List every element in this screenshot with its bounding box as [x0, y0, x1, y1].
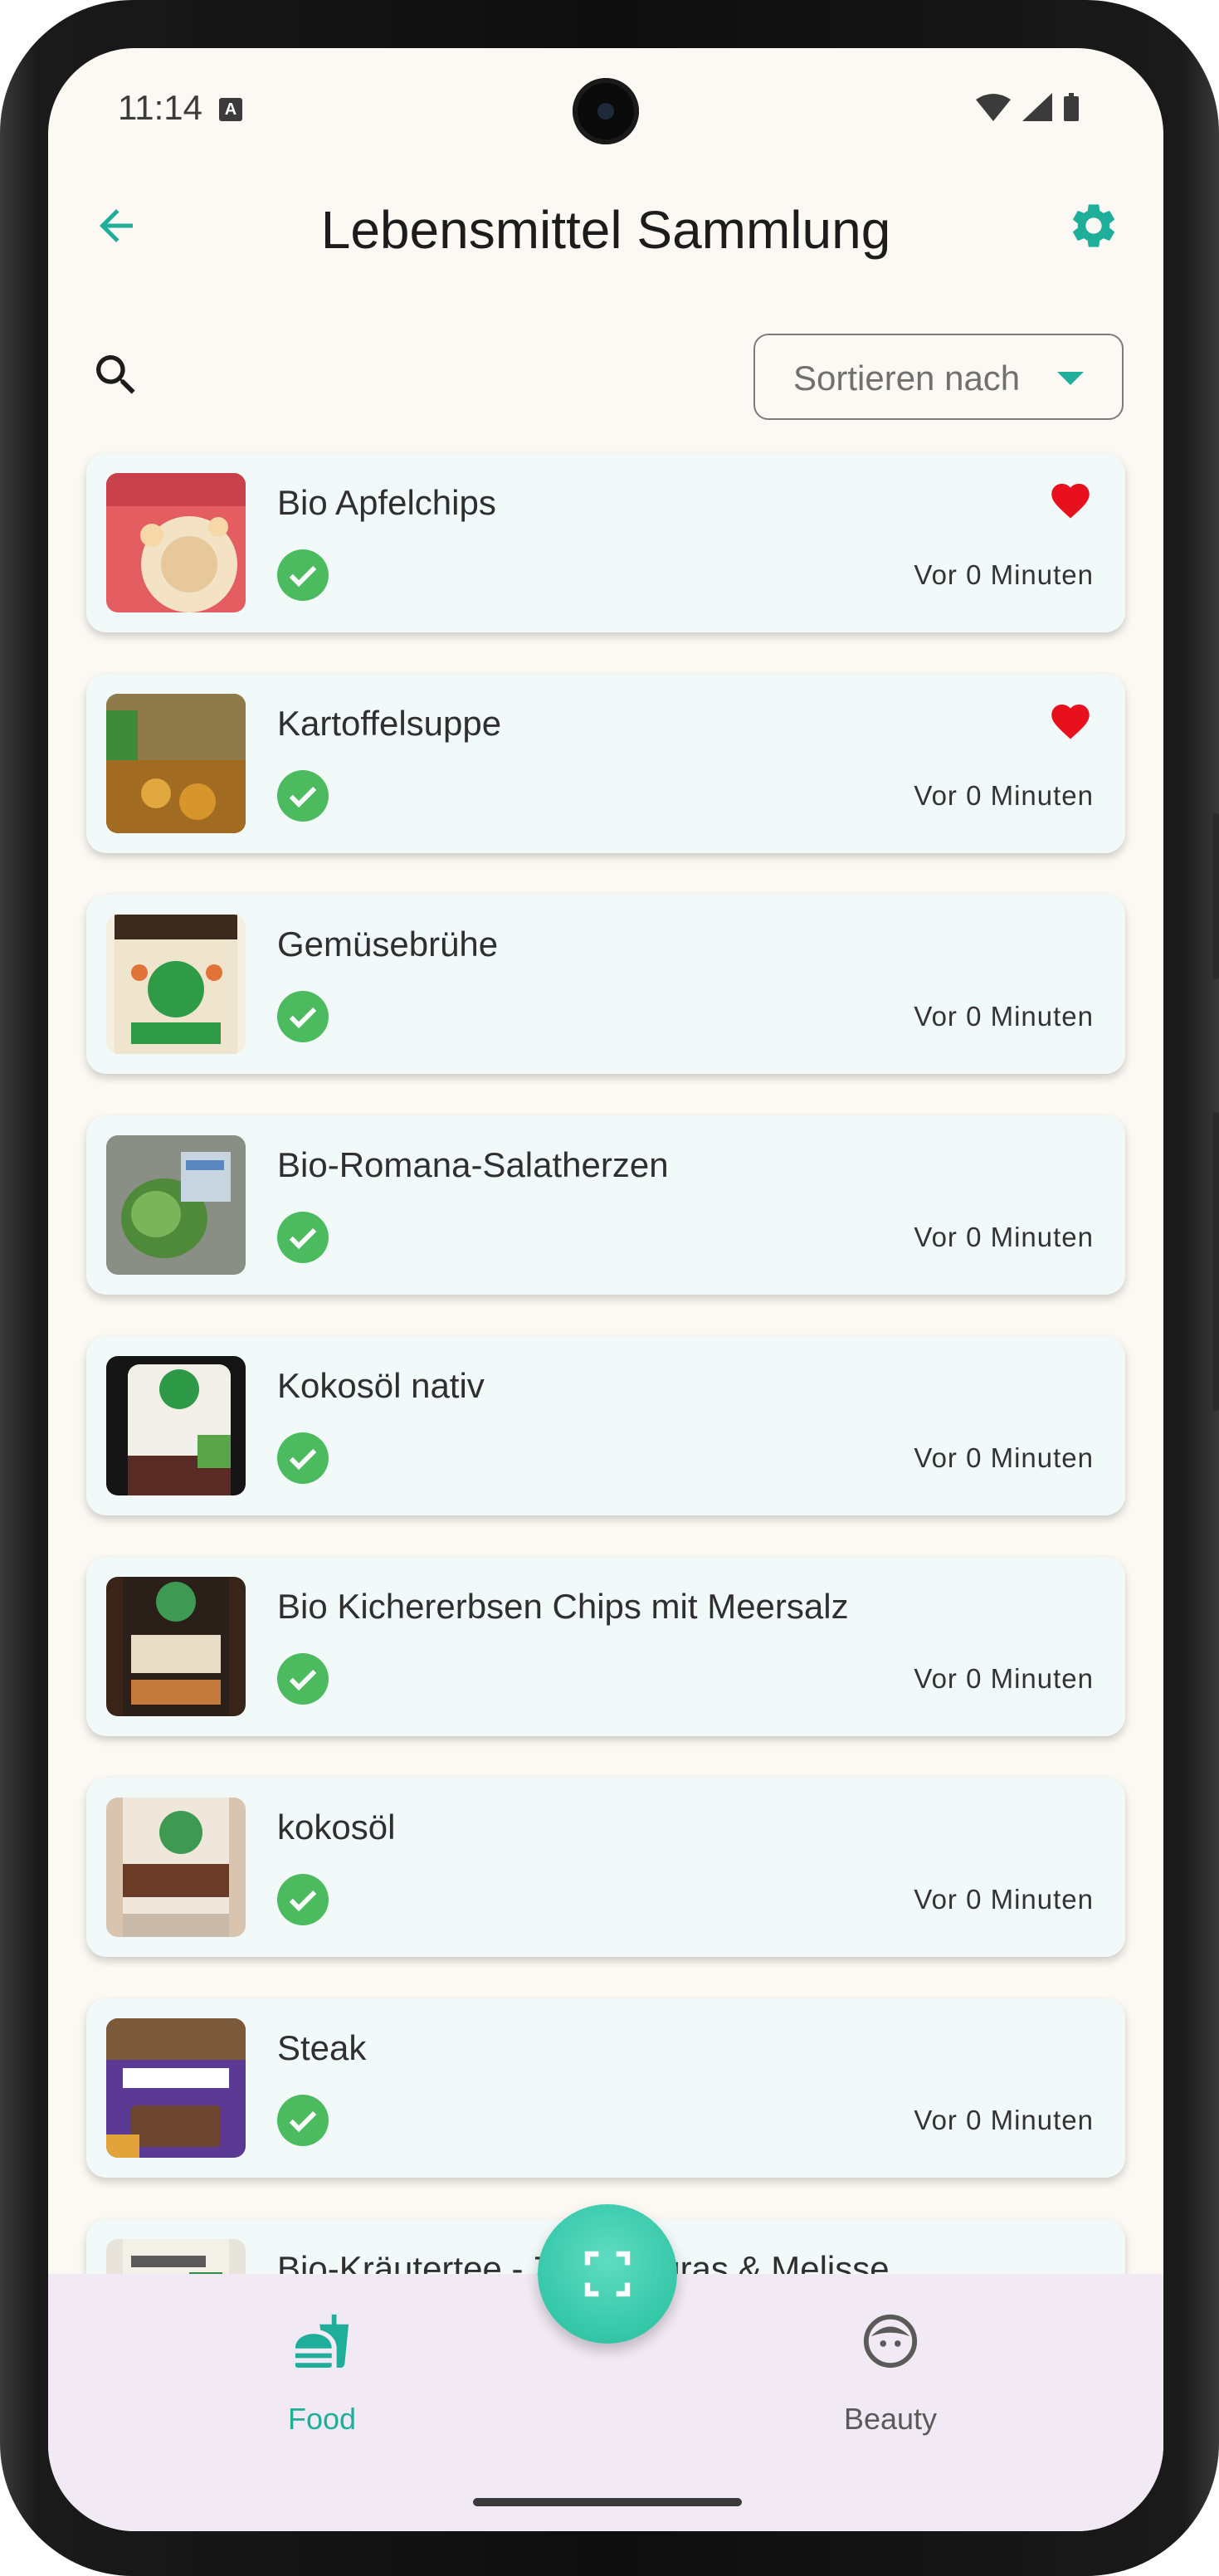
product-thumbnail — [106, 1356, 246, 1495]
item-timestamp: Vor 0 Minuten — [914, 1001, 1094, 1032]
check-circle-icon — [277, 1432, 329, 1484]
check-circle-icon — [277, 1874, 329, 1925]
wifi-icon — [976, 94, 1011, 121]
check-circle-icon — [277, 991, 329, 1042]
list-item[interactable]: kokosöl Vor 0 Minuten — [86, 1778, 1125, 1957]
item-name: Bio Apfelchips — [277, 483, 496, 522]
heart-icon[interactable] — [1047, 478, 1094, 520]
item-timestamp: Vor 0 Minuten — [914, 559, 1094, 590]
nav-item-beauty[interactable]: Beauty — [791, 2312, 990, 2436]
check-circle-icon — [277, 2095, 329, 2146]
product-thumbnail — [106, 694, 246, 833]
page-title: Lebensmittel Sammlung — [320, 200, 891, 260]
fastfood-icon — [295, 2314, 349, 2369]
item-name: Gemüsebrühe — [277, 925, 499, 964]
item-name: kokosöl — [277, 1808, 396, 1847]
face-icon — [863, 2314, 918, 2369]
item-timestamp: Vor 0 Minuten — [914, 1884, 1094, 1915]
list-item[interactable]: Bio-Romana-Salatherzen Vor 0 Minuten — [86, 1115, 1125, 1295]
gear-icon[interactable] — [1067, 199, 1120, 252]
product-thumbnail — [106, 473, 246, 612]
status-time: 11:14 — [118, 88, 202, 127]
item-timestamp: Vor 0 Minuten — [914, 1663, 1094, 1694]
check-circle-icon — [277, 1653, 329, 1705]
chevron-down-icon — [1057, 372, 1084, 385]
nav-item-food[interactable]: Food — [222, 2312, 422, 2436]
list-item[interactable]: Steak Vor 0 Minuten — [86, 1998, 1125, 2178]
nav-label-food: Food — [287, 2402, 357, 2436]
scan-button[interactable] — [538, 2204, 677, 2344]
product-thumbnail — [106, 2018, 246, 2158]
item-name: Steak — [277, 2028, 367, 2067]
list-item[interactable]: Kartoffelsuppe Vor 0 Minuten — [86, 674, 1125, 853]
sort-dropdown[interactable]: Sortieren nach — [753, 334, 1124, 420]
search-icon[interactable] — [90, 349, 143, 402]
heart-icon[interactable] — [1047, 699, 1094, 740]
status-icons — [974, 91, 1099, 124]
scan-icon — [584, 2251, 631, 2297]
list-item[interactable]: Bio Apfelchips Vor 0 Minuten — [86, 453, 1125, 632]
screen: 11:14 A Lebensmittel Sammlung Sortieren … — [48, 48, 1163, 2531]
item-name: Kokosöl nativ — [277, 1366, 485, 1405]
product-thumbnail — [106, 915, 246, 1054]
list-item[interactable]: Bio Kichererbsen Chips mit Meersalz Vor … — [86, 1557, 1125, 1736]
item-timestamp: Vor 0 Minuten — [914, 1222, 1094, 1252]
item-name: Kartoffelsuppe — [277, 704, 502, 743]
nav-label-beauty: Beauty — [843, 2402, 938, 2436]
app-bar: Lebensmittel Sammlung — [48, 181, 1163, 297]
product-thumbnail — [106, 1798, 246, 1937]
volume-button — [1212, 813, 1219, 979]
product-thumbnail — [106, 1135, 246, 1275]
item-timestamp: Vor 0 Minuten — [914, 780, 1094, 811]
item-timestamp: Vor 0 Minuten — [914, 1442, 1094, 1473]
check-circle-icon — [277, 549, 329, 601]
signal-icon — [1022, 93, 1052, 121]
power-button — [1212, 1112, 1219, 1411]
front-camera — [573, 78, 639, 144]
sort-dropdown-label: Sortieren nach — [793, 359, 1021, 398]
list-item[interactable]: Gemüsebrühe Vor 0 Minuten — [86, 895, 1125, 1074]
battery-icon — [1064, 93, 1079, 121]
notification-indicator: A — [219, 98, 242, 121]
home-indicator[interactable] — [473, 2498, 742, 2506]
list-item[interactable]: Kokosöl nativ Vor 0 Minuten — [86, 1336, 1125, 1515]
check-circle-icon — [277, 770, 329, 822]
item-timestamp: Vor 0 Minuten — [914, 2105, 1094, 2135]
item-name: Bio-Romana-Salatherzen — [277, 1145, 669, 1184]
status-bar: 11:14 A — [48, 48, 1163, 148]
item-name: Bio Kichererbsen Chips mit Meersalz — [277, 1587, 849, 1626]
check-circle-icon — [277, 1212, 329, 1263]
product-thumbnail — [106, 1577, 246, 1716]
